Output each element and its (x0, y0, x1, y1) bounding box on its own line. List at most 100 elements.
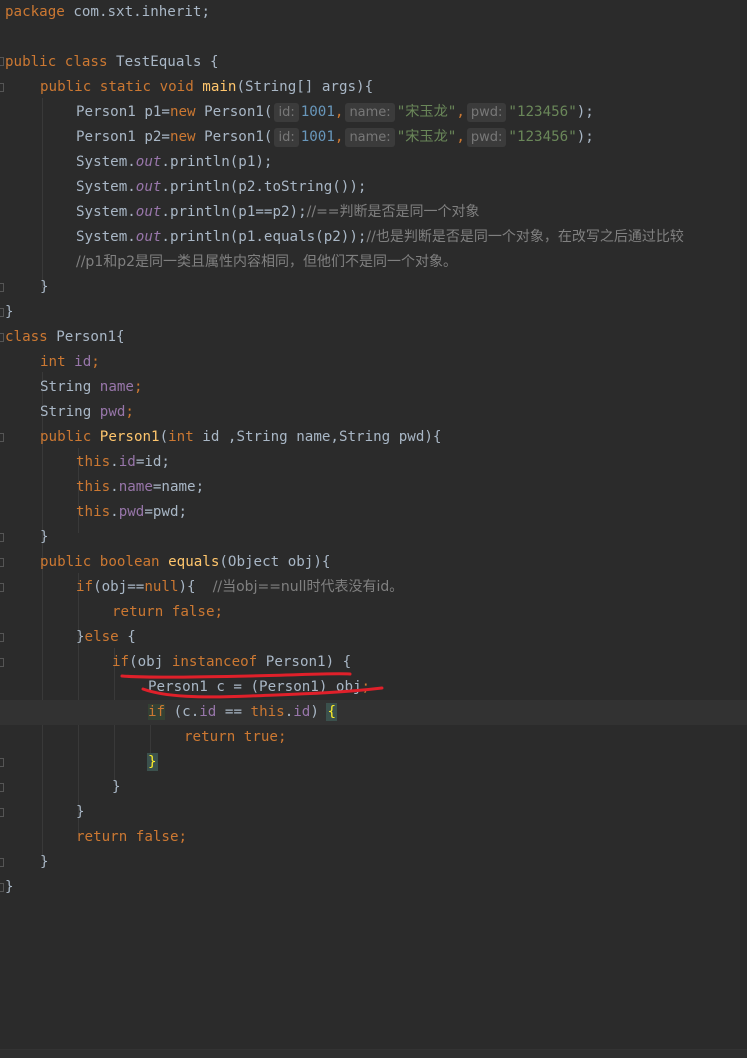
code-line-field-id[interactable]: int id; (0, 350, 100, 375)
code-line-return-true[interactable]: return true; (0, 725, 287, 750)
static-field: out (135, 229, 162, 245)
condition-end: Person1) { (257, 654, 352, 670)
code-line-if-null[interactable]: if(obj==null){ //当obj==null时代表没有id。 (0, 575, 403, 600)
code-line-if-id-compare[interactable]: if (c.id == this.id) { (0, 700, 747, 725)
matched-brace: { (326, 703, 337, 721)
comma: , (456, 129, 465, 145)
code-line-println-p1[interactable]: System.out.println(p1); (0, 150, 272, 175)
code-line-assign-id[interactable]: this.id=id; (0, 450, 170, 475)
semicolon: ; (361, 679, 371, 695)
constructor-call: Person1( (195, 129, 273, 145)
keyword: int (168, 429, 194, 445)
comment: //p1和p2是同一类且属性内容相同，但他们不是同一个对象。 (76, 254, 458, 270)
brace: } (40, 529, 49, 545)
dot: . (110, 504, 119, 520)
code-line-field-pwd[interactable]: String pwd; (0, 400, 134, 425)
code-line-main-method[interactable]: public static void main(String[] args){ (0, 75, 373, 100)
semicolon: ; (91, 354, 100, 370)
code-line-close-brace[interactable]: } (0, 525, 49, 550)
keyword-new: new (169, 104, 196, 120)
class-name: TestEquals { (107, 54, 219, 70)
code-line-assign-pwd[interactable]: this.pwd=pwd; (0, 500, 187, 525)
code-line-equals-method[interactable]: public boolean equals(Object obj){ (0, 550, 330, 575)
keyword-if: if (148, 704, 166, 720)
code-line-constructor[interactable]: public Person1(int id ,String name,Strin… (0, 425, 441, 450)
semicolon: ; (214, 604, 224, 620)
method-name: equals (159, 554, 220, 570)
field-name: id (118, 454, 136, 470)
keyword: public (40, 429, 92, 445)
condition: (obj (129, 654, 172, 670)
dot: . (110, 454, 119, 470)
code-editor[interactable]: package com.sxt.inherit; public class Te… (0, 0, 747, 1058)
code-line-return-false[interactable]: return false; (0, 825, 187, 850)
field-name: id (199, 704, 217, 720)
code-line-close-brace[interactable]: } (0, 875, 14, 900)
keyword: int (40, 354, 66, 370)
statement-end: ); (576, 104, 594, 120)
brace: } (76, 804, 85, 820)
method-params: (String[] args){ (236, 79, 374, 95)
brace: } (5, 879, 14, 895)
keyword-return: return (76, 829, 128, 845)
method-name: main (193, 79, 237, 95)
code-line-close-brace[interactable]: } (0, 275, 49, 300)
keyword-false: false (163, 604, 215, 620)
comment: //==判断是否是同一个对象 (306, 204, 480, 220)
code-line-close-brace[interactable]: } (0, 775, 121, 800)
assignment: =pwd; (144, 504, 188, 520)
operator: == (216, 704, 251, 720)
comma: , (334, 129, 344, 145)
number-literal: 1001 (300, 104, 335, 120)
code-line-class-person1[interactable]: class Person1{ (0, 325, 125, 350)
code-line-cast[interactable]: Person1 c = (Person1) obj; (0, 675, 370, 700)
code-line-package[interactable]: package com.sxt.inherit; (0, 0, 210, 25)
condition: (c. (165, 704, 200, 720)
constructor-name: Person1 (91, 429, 160, 445)
code-line-field-name[interactable]: String name; (0, 375, 143, 400)
keyword-true: true (235, 729, 278, 745)
code-line-instanceof[interactable]: if(obj instanceof Person1) { (0, 650, 351, 675)
number-literal: 1001 (300, 129, 335, 145)
keyword-this: this (76, 479, 111, 495)
string-literal: "宋玉龙" (396, 129, 457, 145)
comment: //当obj==null时代表没有id。 (212, 579, 404, 595)
method-params: (Object obj){ (219, 554, 331, 570)
field-name: id (65, 354, 92, 370)
class-ref: System. (76, 154, 136, 170)
class-ref: System. (76, 204, 136, 220)
static-field: out (135, 154, 162, 170)
code-line-else[interactable]: }else { (0, 625, 136, 650)
semicolon: ; (277, 729, 287, 745)
brace: { (118, 629, 136, 645)
brace: } (40, 279, 49, 295)
brace: } (112, 779, 121, 795)
declaration: Person1 p1= (76, 104, 170, 120)
assignment: =id; (135, 454, 170, 470)
code-line-assign-name[interactable]: this.name=name; (0, 475, 204, 500)
keyword: class (56, 54, 108, 70)
code-line-p2[interactable]: Person1 p2=new Person1(id: 1001, name: "宋玉龙… (0, 125, 594, 150)
code-line-comment[interactable]: //p1和p2是同一类且属性内容相同，但他们不是同一个对象。 (0, 250, 457, 275)
code-line-println-equals[interactable]: System.out.println(p1.equals(p2));//也是判断… (0, 225, 684, 250)
code-line-close-brace[interactable]: } (0, 750, 158, 775)
keyword-this: this (76, 454, 111, 470)
keyword-this: this (250, 704, 285, 720)
code-line-close-brace[interactable]: } (0, 800, 85, 825)
comma: , (456, 104, 465, 120)
static-field: out (135, 204, 162, 220)
keyword: public static void (40, 79, 194, 95)
code-line-return-false[interactable]: return false; (0, 600, 223, 625)
brace: } (76, 629, 85, 645)
code-line-close-brace[interactable]: } (0, 300, 14, 325)
code-line-println-p2[interactable]: System.out.println(p2.toString()); (0, 175, 366, 200)
code-line-p1[interactable]: Person1 p1=new Person1(id: 1001, name: "宋玉龙… (0, 100, 594, 125)
keyword-if: if (112, 654, 130, 670)
code-line-close-brace[interactable]: } (0, 850, 49, 875)
code-line-class-declaration[interactable]: public class TestEquals { (0, 50, 219, 75)
code-line-println-compare[interactable]: System.out.println(p1==p2);//==判断是否是同一个对… (0, 200, 480, 225)
params: id ,String name,String pwd){ (193, 429, 442, 445)
cast-statement: Person1 c = (Person1) obj (148, 679, 362, 695)
dot: . (110, 479, 119, 495)
brace: } (40, 854, 49, 870)
